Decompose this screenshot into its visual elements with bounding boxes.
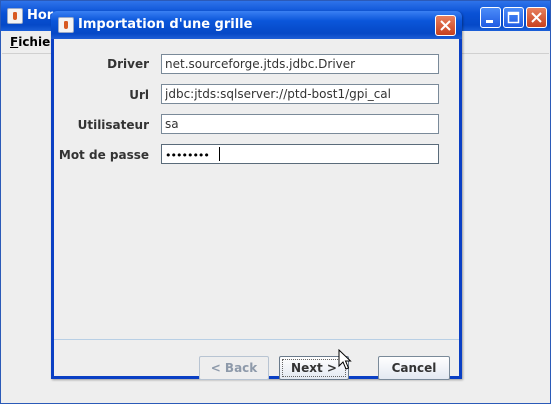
maximize-button[interactable] [503,7,524,28]
password-mask: •••••••• [165,149,210,162]
driver-input[interactable] [161,54,439,74]
menu-fichier-mnemonic: F [10,35,19,49]
close-icon [440,20,451,31]
text-caret [219,147,220,161]
maximize-icon [507,11,520,24]
minimize-icon [486,20,493,23]
button-separator [54,339,459,340]
driver-label: Driver [107,57,149,71]
close-icon [531,12,542,23]
minimize-button[interactable] [480,7,501,28]
back-button[interactable]: < Back [199,356,269,380]
menu-fichier[interactable]: Fichier [10,35,56,49]
password-input[interactable]: •••••••• [161,144,439,164]
main-close-button[interactable] [526,7,547,28]
url-label: Url [129,88,149,102]
dialog-titlebar[interactable]: Importation d'une grille [51,11,462,39]
java-app-icon [7,8,23,24]
mouse-cursor-icon [338,349,352,370]
user-input[interactable] [161,114,439,134]
java-app-icon [58,17,74,33]
user-label: Utilisateur [77,118,149,132]
dialog-body: Driver Url Utilisateur Mot de passe ••••… [54,39,459,380]
dialog-title: Importation d'une grille [78,17,253,32]
dialog-close-button[interactable] [435,15,456,36]
url-input[interactable] [161,84,439,104]
password-label: Mot de passe [58,148,149,162]
cancel-button[interactable]: Cancel [378,356,450,380]
import-dialog: Importation d'une grille Driver Url Util… [51,11,462,380]
